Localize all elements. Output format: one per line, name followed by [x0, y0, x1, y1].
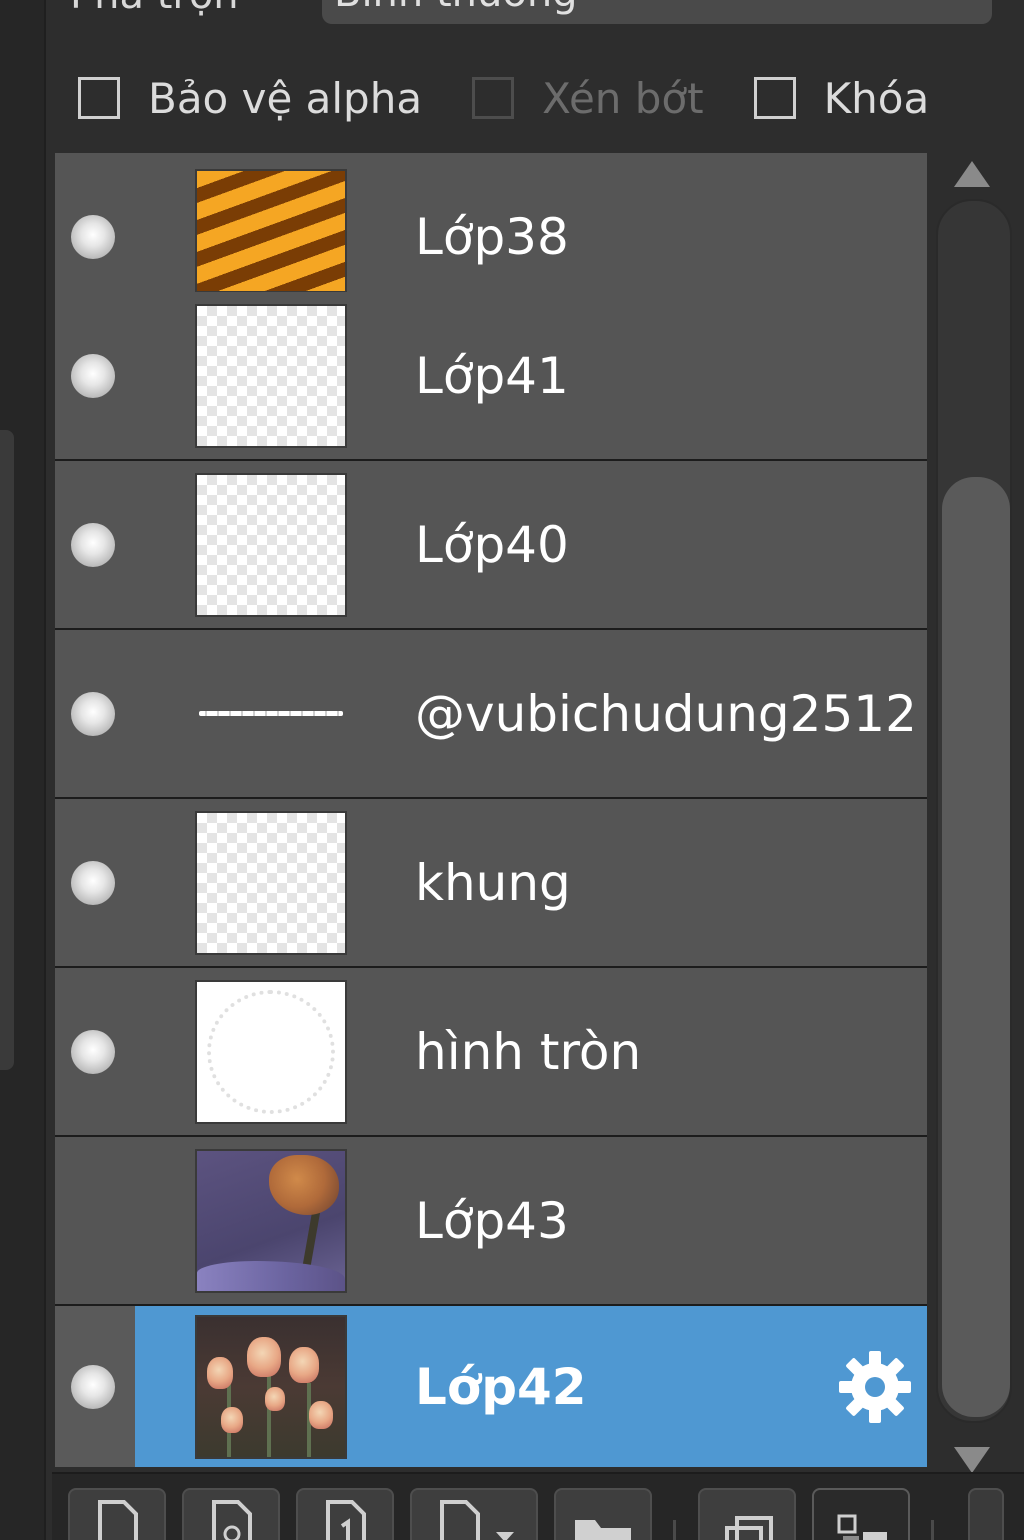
layer-name: Lớp43 [415, 1191, 569, 1250]
layer-row-selected[interactable]: Lớp42 [55, 1306, 927, 1467]
layer-row[interactable]: khung [55, 799, 927, 966]
layer-thumbnail [195, 979, 347, 1124]
new-layer-button[interactable] [68, 1488, 166, 1540]
layer-name: Lớp41 [415, 346, 569, 405]
clipping-option: Xén bớt [472, 74, 704, 123]
blend-mode-select[interactable]: Bình thường [322, 0, 992, 24]
layer-thumbnail [195, 1314, 347, 1459]
layers-panel: Pha trộn Bình thường Bảo vệ alpha Xén bớ… [0, 0, 1024, 1540]
gear-icon[interactable] [835, 1347, 915, 1427]
toolbar-more-button[interactable] [968, 1488, 1004, 1540]
new-layer-menu-button[interactable] [410, 1488, 538, 1540]
layer-list: Lớp38 Lớp41 Lớp40 @vubichudung2512 khung… [55, 153, 927, 1467]
blend-mode-row: Pha trộn Bình thường [60, 0, 1004, 28]
layer-name: Lớp42 [415, 1357, 587, 1416]
lock-option[interactable]: Khóa [753, 73, 930, 123]
arrow-down-icon[interactable] [954, 1447, 990, 1473]
eye-dot-icon[interactable] [71, 353, 115, 398]
layer-name: khung [415, 853, 571, 912]
duplicate-layer-button[interactable] [296, 1488, 394, 1540]
arrow-up-icon[interactable] [954, 161, 990, 187]
eye-dot-icon[interactable] [71, 522, 115, 567]
protect-alpha-option[interactable]: Bảo vệ alpha [78, 74, 422, 123]
layer-thumbnail [195, 708, 347, 718]
merge-layers-icon [725, 1516, 773, 1540]
layer-thumbnail [195, 472, 347, 617]
new-layer-from-file-button[interactable] [182, 1488, 280, 1540]
layer-row[interactable]: Lớp40 [55, 461, 927, 628]
eye-dot-icon[interactable] [71, 214, 115, 259]
protect-alpha-checkbox[interactable] [78, 77, 120, 119]
layer-options-row: Bảo vệ alpha Xén bớt Khóa [78, 60, 979, 136]
panel-resize-handle[interactable] [0, 430, 14, 1070]
layer-row[interactable]: hình tròn [55, 968, 927, 1135]
layer-row[interactable]: Lớp43 [55, 1137, 927, 1304]
scroll-track[interactable] [936, 199, 1012, 1423]
layer-thumbnail [195, 168, 347, 293]
layer-name: Lớp38 [415, 207, 569, 266]
layer-list-scrollbar[interactable] [934, 153, 1014, 1473]
eye-dot-icon[interactable] [71, 860, 115, 905]
new-layer-from-file-icon [212, 1500, 252, 1540]
lock-label: Khóa [823, 73, 930, 123]
clipping-label: Xén bớt [542, 73, 704, 123]
toolbar-separator [931, 1520, 934, 1540]
protect-alpha-label: Bảo vệ alpha [148, 73, 423, 123]
layer-thumbnail [195, 303, 347, 448]
toolbar-separator [673, 1520, 676, 1540]
new-folder-icon [575, 1520, 631, 1540]
layer-name: Lớp40 [415, 515, 569, 574]
eye-dot-icon[interactable] [71, 1364, 115, 1409]
duplicate-layer-icon [326, 1500, 366, 1540]
layer-row[interactable]: Lớp41 [55, 292, 927, 459]
layer-name: hình tròn [415, 1022, 642, 1081]
eye-dot-icon[interactable] [71, 1029, 115, 1074]
lock-checkbox[interactable] [753, 77, 796, 119]
layer-thumbnail [195, 1148, 347, 1293]
flatten-icon [837, 1514, 887, 1540]
new-folder-button[interactable] [554, 1488, 652, 1540]
layer-name: @vubichudung2512 [415, 684, 917, 743]
flatten-button[interactable] [812, 1488, 910, 1540]
clipping-checkbox [472, 77, 515, 119]
layer-thumbnail [195, 810, 347, 955]
new-layer-icon [98, 1500, 138, 1540]
scroll-thumb[interactable] [942, 477, 1010, 1417]
new-layer-menu-icon [440, 1500, 514, 1540]
blend-mode-label: Pha trộn [70, 0, 239, 18]
layer-row[interactable]: @vubichudung2512 [55, 630, 927, 797]
merge-layers-button[interactable] [698, 1488, 796, 1540]
eye-dot-icon[interactable] [71, 691, 115, 736]
